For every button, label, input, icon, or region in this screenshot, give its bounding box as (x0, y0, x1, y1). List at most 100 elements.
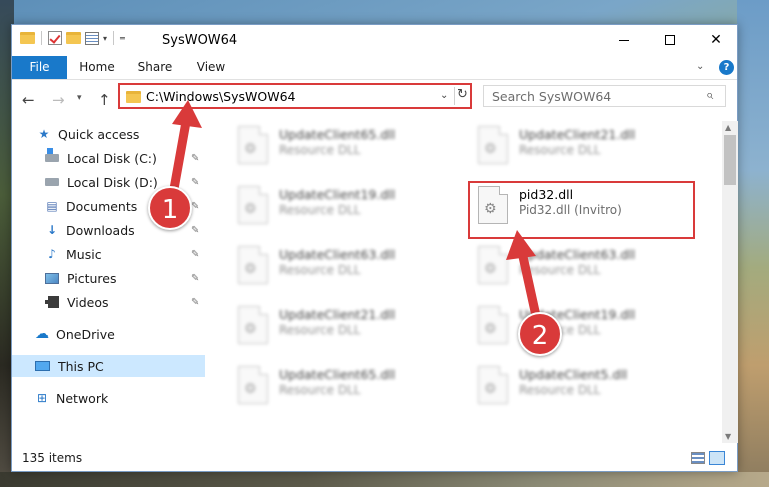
gear-icon: ⚙ (484, 141, 497, 157)
file-tile[interactable]: ⚙ UpdateClient63.dll Resource DLL (472, 241, 702, 295)
recent-locations-chevron-icon[interactable]: ▾ (77, 93, 82, 103)
file-name: UpdateClient5.dll (519, 367, 628, 382)
file-description: Resource DLL (279, 143, 361, 157)
sidebar-item-music[interactable]: ♪ Music ✎ (12, 243, 205, 265)
pin-icon[interactable]: ✎ (191, 297, 199, 308)
forward-arrow-icon[interactable]: → (52, 91, 65, 109)
pin-icon[interactable]: ✎ (191, 153, 199, 164)
tab-share[interactable]: Share (128, 56, 182, 79)
back-arrow-icon[interactable]: ← (22, 91, 35, 109)
pictures-icon (45, 272, 59, 284)
sidebar-item-network[interactable]: ⊞ Network (12, 387, 205, 409)
minimize-button[interactable] (601, 25, 647, 55)
dll-file-icon: ⚙ (238, 366, 268, 404)
file-name: UpdateClient65.dll (279, 367, 396, 382)
sidebar-item-label: Downloads (66, 222, 135, 238)
search-placeholder[interactable]: Search SysWOW64 (492, 89, 611, 104)
details-view-icon[interactable] (691, 452, 705, 464)
search-box[interactable]: Search SysWOW64 ⌕ (483, 85, 726, 107)
gear-icon: ⚙ (244, 261, 257, 277)
address-path[interactable]: C:\Windows\SysWOW64 (146, 89, 295, 104)
scroll-down-icon[interactable]: ▼ (725, 432, 731, 441)
file-tile[interactable]: ⚙ UpdateClient19.dll Resource DLL (232, 181, 462, 235)
help-icon[interactable]: ? (719, 60, 734, 75)
chevron-down-icon[interactable]: ▾ (103, 34, 107, 43)
sidebar-item-onedrive[interactable]: ☁ OneDrive (12, 323, 205, 345)
quick-access-toolbar: ▾ ═ (20, 31, 125, 45)
vertical-scrollbar[interactable]: ▲ ▼ (722, 121, 738, 443)
gear-icon: ⚙ (244, 141, 257, 157)
expand-ribbon-icon[interactable]: ⌄ (696, 61, 704, 72)
gear-icon: ⚙ (484, 381, 497, 397)
tab-view[interactable]: View (188, 56, 234, 79)
pin-icon[interactable]: ✎ (191, 249, 199, 260)
gear-icon: ⚙ (484, 261, 497, 277)
large-icons-view-icon[interactable] (709, 451, 725, 465)
file-tile[interactable]: ⚙ UpdateClient19.dll Resource DLL (472, 301, 702, 355)
pin-icon[interactable]: ✎ (191, 201, 199, 212)
pin-icon[interactable]: ✎ (191, 177, 199, 188)
file-tile[interactable]: ⚙ UpdateClient65.dll Resource DLL (232, 121, 462, 175)
file-description: Resource DLL (279, 203, 361, 217)
maximize-button[interactable] (647, 25, 693, 55)
properties-check-icon[interactable] (48, 31, 62, 45)
refresh-icon[interactable]: ↻ (457, 87, 468, 102)
new-folder-icon[interactable] (66, 32, 81, 44)
close-button[interactable]: ✕ (693, 25, 739, 55)
tab-home[interactable]: Home (72, 56, 122, 79)
address-bar[interactable]: C:\Windows\SysWOW64 ⌄ ↻ (118, 83, 472, 109)
item-count: 135 items (22, 451, 83, 465)
pin-icon[interactable]: ✎ (191, 225, 199, 236)
chevron-down-icon[interactable]: ⌄ (440, 90, 448, 101)
title-bar: ▾ ═ SysWOW64 ✕ (12, 25, 737, 56)
file-tile[interactable]: ⚙ UpdateClient63.dll Resource DLL (232, 241, 462, 295)
file-tile[interactable]: ⚙ UpdateClient65.dll Resource DLL (232, 361, 462, 415)
download-icon: ↓ (46, 223, 58, 237)
toolbar-separator (41, 31, 42, 45)
tab-file[interactable]: File (12, 56, 67, 79)
file-tile[interactable]: ⚙ UpdateClient21.dll Resource DLL (472, 121, 702, 175)
file-tile[interactable]: ⚙ UpdateClient5.dll Resource DLL (472, 361, 702, 415)
sidebar-item-label: Network (56, 390, 109, 406)
star-icon: ★ (38, 127, 50, 141)
dll-file-icon: ⚙ (478, 246, 508, 284)
customize-toolbar-icon[interactable]: ═ (120, 34, 125, 43)
dll-file-icon: ⚙ (238, 186, 268, 224)
search-icon[interactable]: ⌕ (706, 88, 713, 103)
toolbar-separator (113, 31, 115, 45)
file-description: Resource DLL (519, 143, 601, 157)
music-icon: ♪ (48, 247, 56, 261)
sidebar-item-local-disk-c[interactable]: Local Disk (C:) ✎ (12, 147, 205, 169)
sidebar-item-quick-access[interactable]: ★ Quick access (12, 123, 205, 145)
properties-list-icon[interactable] (85, 31, 99, 45)
dll-file-icon: ⚙ (478, 126, 508, 164)
scrollbar-thumb[interactable] (724, 135, 736, 185)
sidebar-item-pictures[interactable]: Pictures ✎ (12, 267, 205, 289)
pin-icon[interactable]: ✎ (191, 273, 199, 284)
drive-icon (45, 148, 59, 162)
step-badge-2: 2 (518, 312, 562, 356)
documents-icon: ▤ (46, 199, 58, 213)
file-highlight-box (468, 181, 695, 239)
step-badge-1: 1 (148, 186, 192, 230)
sidebar-item-label: Local Disk (C:) (67, 150, 157, 166)
file-tile[interactable]: ⚙ UpdateClient21.dll Resource DLL (232, 301, 462, 355)
status-bar: 135 items (12, 445, 737, 471)
file-name: UpdateClient63.dll (519, 247, 636, 262)
file-name: UpdateClient21.dll (519, 127, 636, 142)
sidebar-item-videos[interactable]: Videos ✎ (12, 291, 205, 313)
sidebar-item-label: OneDrive (56, 326, 115, 342)
up-arrow-icon[interactable]: ↑ (98, 91, 111, 109)
file-description: Resource DLL (279, 263, 361, 277)
folder-icon (20, 32, 35, 44)
file-description: Resource DLL (279, 323, 361, 337)
dll-file-icon: ⚙ (238, 306, 268, 344)
file-name: UpdateClient19.dll (279, 187, 396, 202)
sidebar-item-this-pc[interactable]: This PC (12, 355, 205, 377)
sidebar-item-label: Videos (67, 294, 109, 310)
file-explorer-window: ▾ ═ SysWOW64 ✕ File Home Share View ⌄ ? … (11, 24, 738, 472)
folder-icon (126, 91, 141, 103)
scroll-up-icon[interactable]: ▲ (725, 123, 731, 132)
cloud-icon: ☁ (35, 326, 49, 342)
dll-file-icon: ⚙ (478, 306, 508, 344)
